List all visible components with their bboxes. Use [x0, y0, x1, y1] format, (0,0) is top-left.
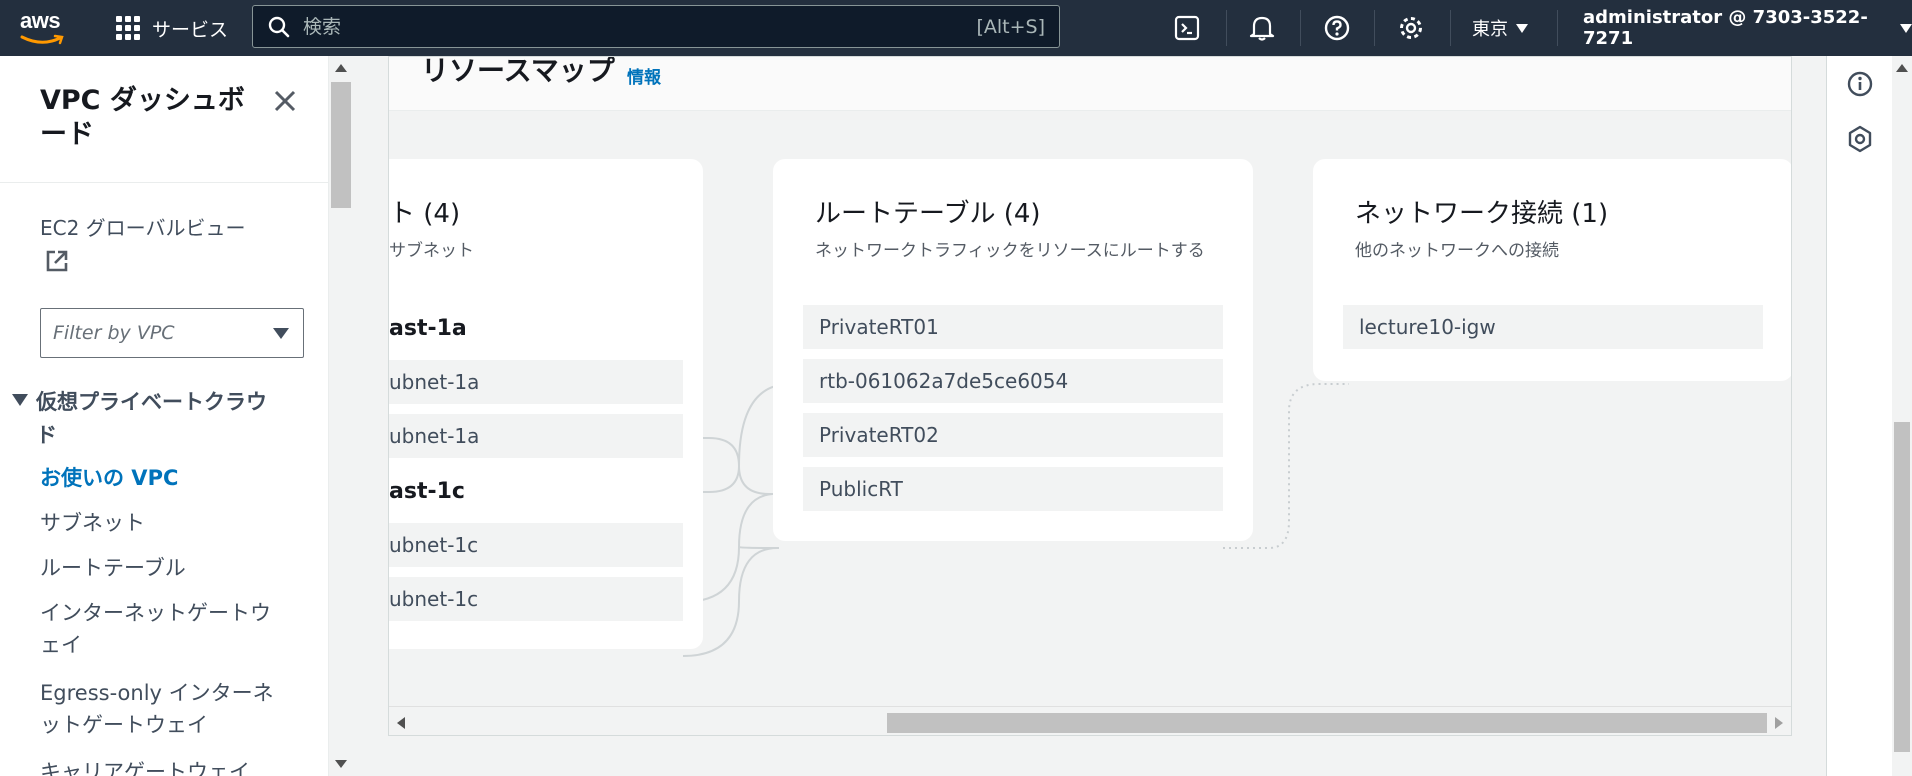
- gear-icon[interactable]: [1396, 13, 1426, 43]
- network-card-desc: 他のネットワークへの接続: [1355, 241, 1559, 261]
- sidebar-item-subnets[interactable]: サブネット: [40, 507, 280, 539]
- section-title: 仮想プライベートクラウド: [36, 390, 267, 447]
- network-connections-card: ネットワーク接続 (1) 他のネットワークへの接続 lecture10-igw: [1313, 159, 1791, 381]
- search-shortcut: [Alt+S]: [976, 15, 1045, 38]
- route-table-row[interactable]: PrivateRT02: [803, 413, 1223, 457]
- filter-placeholder: Filter by VPC: [53, 322, 175, 344]
- caret-down-icon: [273, 327, 289, 339]
- subnet-row[interactable]: ubnet-1c: [389, 577, 683, 621]
- sidebar-item-your-vpcs[interactable]: お使いの VPC: [40, 462, 280, 494]
- info-link[interactable]: 情報: [627, 63, 661, 88]
- services-menu[interactable]: サービス: [116, 0, 228, 56]
- top-navigation: aws サービス [Alt+S] 東京 administrator @ 7: [0, 0, 1912, 56]
- az-label: ast-1c: [389, 479, 465, 504]
- feedback-icon[interactable]: [1845, 124, 1875, 154]
- subnets-card: ト (4) サブネット ast-1a ubnet-1a ubnet-1a ast…: [389, 159, 703, 649]
- sidebar-item-carrier-gateways[interactable]: キャリアゲートウェイ: [40, 756, 280, 776]
- route-table-row[interactable]: PrivateRT01: [803, 305, 1223, 349]
- services-label: サービス: [152, 18, 229, 41]
- grid-icon: [116, 16, 140, 40]
- search-icon: [268, 16, 290, 37]
- resource-map-title: リソースマップ: [421, 56, 615, 87]
- cloudshell-icon[interactable]: [1172, 13, 1202, 43]
- region-label: 東京: [1472, 19, 1508, 40]
- aws-smile-icon: [20, 34, 64, 45]
- route-tables-card-desc: ネットワークトラフィックをリソースにルートする: [815, 241, 1205, 261]
- sidebar: VPC ダッシュボード EC2 グローバルビュー Filter by VPC 仮…: [0, 56, 328, 776]
- aws-logo[interactable]: aws: [18, 8, 70, 48]
- bell-icon[interactable]: [1247, 13, 1277, 43]
- resource-map-panel: リソースマップ 情報 ト (4) サブネット ast-1a ubnet-1a u…: [388, 56, 1792, 736]
- aws-logo-text: aws: [20, 8, 61, 33]
- route-tables-card-title: ルートテーブル (4): [815, 199, 1041, 229]
- network-connection-row[interactable]: lecture10-igw: [1343, 305, 1763, 349]
- resource-map-canvas[interactable]: ト (4) サブネット ast-1a ubnet-1a ubnet-1a ast…: [389, 111, 1791, 706]
- right-rail: [1826, 56, 1892, 776]
- subnets-card-title: ト (4): [389, 199, 461, 229]
- page-scrollbar[interactable]: [1892, 56, 1912, 776]
- route-tables-card: ルートテーブル (4) ネットワークトラフィックをリソースにルートする Priv…: [773, 159, 1253, 541]
- subnet-row[interactable]: ubnet-1c: [389, 523, 683, 567]
- sidebar-item-egress-only-igw[interactable]: Egress-only インターネットゲートウェイ: [40, 677, 280, 741]
- scrollbar-thumb[interactable]: [331, 82, 351, 208]
- search-bar[interactable]: [Alt+S]: [252, 5, 1060, 48]
- network-card-title: ネットワーク接続 (1): [1355, 199, 1609, 229]
- sidebar-item-route-tables[interactable]: ルートテーブル: [40, 552, 280, 584]
- az-label: ast-1a: [389, 316, 467, 341]
- subnets-card-desc: サブネット: [389, 241, 474, 261]
- close-icon[interactable]: [270, 86, 300, 116]
- chevron-down-icon: [1516, 23, 1528, 33]
- subnet-row[interactable]: ubnet-1a: [389, 360, 683, 404]
- panel-header: リソースマップ 情報: [389, 56, 1791, 111]
- caret-down-icon: [12, 394, 28, 406]
- ec2-global-view-link[interactable]: EC2 グローバルビュー: [40, 212, 245, 241]
- help-icon[interactable]: [1322, 13, 1352, 43]
- scrollbar-thumb[interactable]: [887, 713, 1767, 733]
- account-menu[interactable]: administrator @ 7303-3522-7271: [1583, 0, 1912, 56]
- external-link-icon[interactable]: [44, 248, 70, 274]
- chevron-down-icon: [1900, 23, 1912, 33]
- region-selector[interactable]: 東京: [1472, 0, 1528, 56]
- sidebar-scrollbar[interactable]: [328, 56, 352, 776]
- info-icon[interactable]: [1845, 69, 1875, 99]
- subnet-row[interactable]: ubnet-1a: [389, 414, 683, 458]
- search-input[interactable]: [303, 15, 977, 38]
- horizontal-scrollbar[interactable]: [389, 706, 1791, 735]
- sidebar-title: VPC ダッシュボード: [40, 85, 245, 150]
- section-vpc-toggle[interactable]: 仮想プライベートクラウド: [12, 386, 286, 452]
- sidebar-item-internet-gateways[interactable]: インターネットゲートウェイ: [40, 597, 290, 661]
- filter-by-vpc-select[interactable]: Filter by VPC: [40, 308, 304, 358]
- route-table-row[interactable]: PublicRT: [803, 467, 1223, 511]
- scrollbar-thumb[interactable]: [1894, 422, 1910, 752]
- route-table-row[interactable]: rtb-061062a7de5ce6054: [803, 359, 1223, 403]
- account-label: administrator @ 7303-3522-7271: [1583, 7, 1868, 49]
